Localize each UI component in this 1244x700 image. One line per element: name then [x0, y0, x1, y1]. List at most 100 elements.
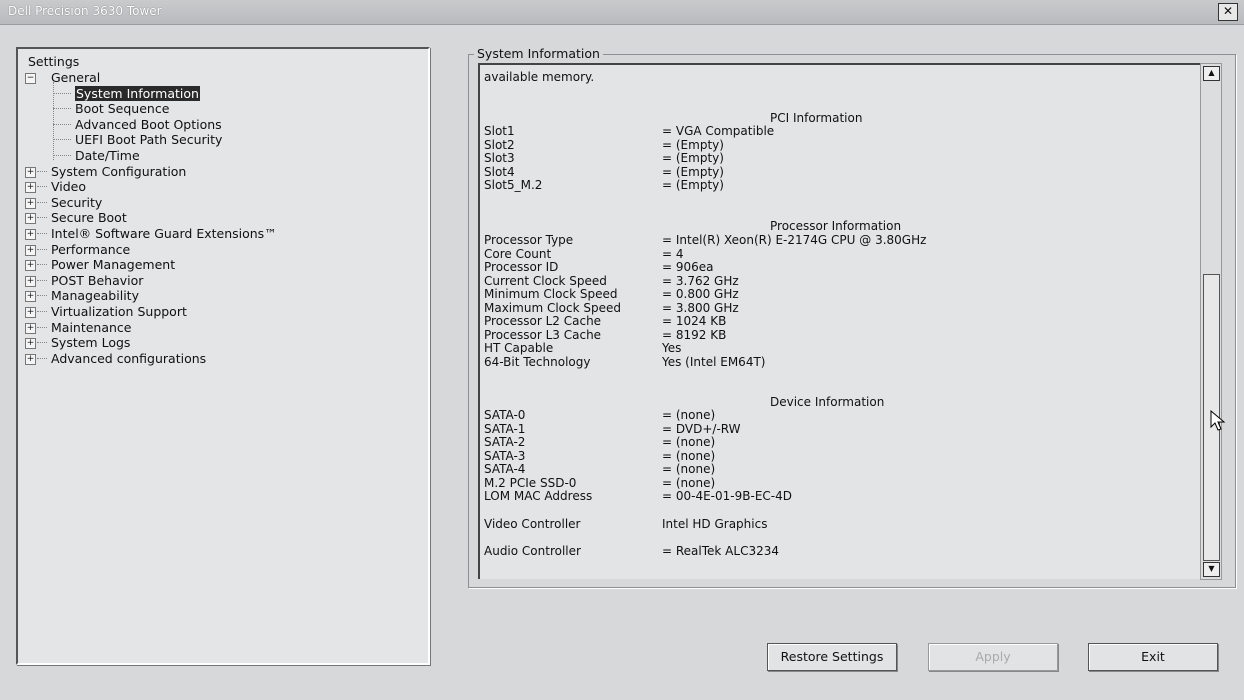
window-title: Dell Precision 3630 Tower: [8, 4, 162, 18]
info-row-label: SATA-1: [484, 421, 526, 436]
info-row-value: Yes (Intel EM64T): [662, 354, 766, 369]
tree-connector: [37, 279, 47, 281]
apply-button[interactable]: Apply: [928, 643, 1058, 671]
expand-icon[interactable]: +: [25, 166, 36, 178]
tree-connector: [37, 217, 47, 219]
tree-item-category[interactable]: Video: [51, 179, 86, 194]
info-row-value: = 00-4E-01-9B-EC-4D: [662, 489, 792, 503]
tree-connector: [37, 295, 47, 297]
info-row-value: = 906ea: [662, 260, 714, 274]
tree-connector: [53, 139, 71, 141]
tree-item-category[interactable]: System Logs: [51, 335, 130, 350]
tree-item-general-child[interactable]: Boot Sequence: [75, 101, 169, 116]
expand-icon[interactable]: +: [25, 338, 36, 350]
info-row-label: Maximum Clock Speed: [484, 300, 621, 315]
vertical-scrollbar[interactable]: ▲ ▼: [1200, 63, 1222, 580]
info-row-value: = (none): [662, 408, 716, 422]
tree-item-general-child[interactable]: UEFI Boot Path Security: [75, 132, 222, 147]
expand-icon[interactable]: +: [25, 197, 36, 209]
exit-button[interactable]: Exit: [1088, 643, 1218, 671]
close-icon[interactable]: ✕: [1218, 3, 1238, 21]
info-row-value: = DVD+/-RW: [662, 421, 741, 436]
info-row-value: = 3.800 GHz: [662, 300, 739, 315]
expand-icon[interactable]: +: [25, 353, 36, 365]
info-row-value: Yes: [662, 341, 682, 355]
expand-icon[interactable]: +: [25, 260, 36, 272]
tree-item-category[interactable]: Virtualization Support: [51, 304, 187, 319]
tree-connector: [37, 186, 47, 188]
info-row-label: Core Count: [484, 246, 552, 261]
restore-settings-button[interactable]: Restore Settings: [767, 643, 897, 671]
info-row-value: = (Empty): [662, 178, 724, 193]
tree-item-category[interactable]: Manageability: [51, 288, 139, 303]
processor-heading: Processor Information: [770, 219, 902, 233]
info-row-value: = (none): [662, 462, 716, 476]
info-row-label: Slot5_M.2: [484, 178, 543, 193]
info-row-label: Video Controller: [484, 517, 581, 531]
expand-icon[interactable]: +: [25, 244, 36, 256]
collapse-icon[interactable]: −: [25, 73, 36, 84]
tree-connector: [37, 233, 47, 234]
info-row-label: Slot3: [484, 151, 515, 166]
expand-icon[interactable]: +: [25, 182, 36, 194]
info-row-value: = VGA Compatible: [662, 124, 775, 138]
tree-item-general-child[interactable]: Date/Time: [75, 148, 140, 163]
expand-icon[interactable]: +: [25, 275, 36, 287]
expand-icon[interactable]: +: [25, 213, 36, 225]
pci-heading: PCI Information: [770, 111, 863, 125]
info-row-value: = 3.762 GHz: [662, 273, 739, 288]
tree-item-general-child[interactable]: Advanced Boot Options: [75, 117, 222, 132]
info-row-value: = (Empty): [662, 137, 724, 152]
tree-item-general-child[interactable]: System Information: [75, 85, 200, 101]
title-bar: Dell Precision 3630 Tower ✕: [0, 0, 1244, 25]
tree-item-category[interactable]: Secure Boot: [51, 210, 127, 225]
arrow-down-icon[interactable]: ▼: [1203, 562, 1220, 577]
tree-item-category[interactable]: Security: [51, 195, 102, 210]
tree-item-category[interactable]: Performance: [51, 242, 130, 257]
tree-connector: [37, 170, 47, 172]
info-row-label: Slot2: [484, 137, 515, 152]
system-information-content: available memory. PCI Information Slot1 = V…: [478, 63, 1203, 579]
info-row-label: Processor L2 Cache: [484, 314, 602, 328]
tree-item-category[interactable]: Intel® Software Guard Extensions™: [51, 226, 277, 241]
info-row-value: = (none): [662, 435, 716, 449]
expand-icon[interactable]: +: [25, 291, 36, 303]
info-row-value: Intel HD Graphics: [662, 517, 768, 531]
tree-connector: [37, 264, 47, 266]
expand-icon[interactable]: +: [25, 229, 36, 240]
info-row-label: SATA-3: [484, 448, 526, 463]
tree-item-category[interactable]: POST Behavior: [51, 273, 143, 288]
settings-tree: Settings − General System Information Boot S…: [16, 47, 430, 665]
info-row-label: Audio Controller: [484, 544, 581, 558]
tree-connector: [53, 92, 71, 94]
mouse-pointer-icon: [1210, 410, 1226, 431]
info-row-label: HT Capable: [484, 341, 554, 355]
tree-root-label: Settings: [28, 54, 80, 69]
info-row-value: = RealTek ALC3234: [662, 544, 779, 558]
tree-connector: [37, 342, 47, 344]
info-row-value: = 1024 KB: [662, 314, 727, 328]
info-row-label: Processor L3 Cache: [484, 327, 602, 342]
info-row-label: SATA-2: [484, 435, 526, 449]
arrow-up-icon[interactable]: ▲: [1203, 66, 1220, 81]
tree-connector: [37, 248, 47, 250]
system-information-legend: System Information: [474, 46, 603, 61]
expand-icon[interactable]: +: [25, 307, 36, 318]
tree-item-category[interactable]: Advanced configurations: [51, 351, 206, 366]
info-row-label: SATA-0: [484, 408, 526, 422]
info-top-text: available memory.: [484, 70, 595, 84]
info-row-label: Processor Type: [484, 233, 574, 247]
expand-icon[interactable]: +: [25, 322, 36, 334]
tree-item-general[interactable]: General: [51, 70, 100, 85]
info-row-label: Processor ID: [484, 260, 559, 274]
tree-connector: [53, 108, 71, 110]
info-row-label: Minimum Clock Speed: [484, 287, 618, 301]
info-row-label: Current Clock Speed: [484, 273, 607, 288]
info-row-value: = (none): [662, 448, 716, 463]
info-row-value: = 8192 KB: [662, 327, 727, 342]
tree-item-category[interactable]: Maintenance: [51, 320, 132, 335]
info-row-value: = Intel(R) Xeon(R) E-2174G CPU @ 3.80GHz: [662, 233, 927, 247]
info-row-value: = 4: [662, 246, 684, 261]
tree-item-category[interactable]: System Configuration: [51, 164, 186, 179]
tree-item-category[interactable]: Power Management: [51, 257, 175, 272]
